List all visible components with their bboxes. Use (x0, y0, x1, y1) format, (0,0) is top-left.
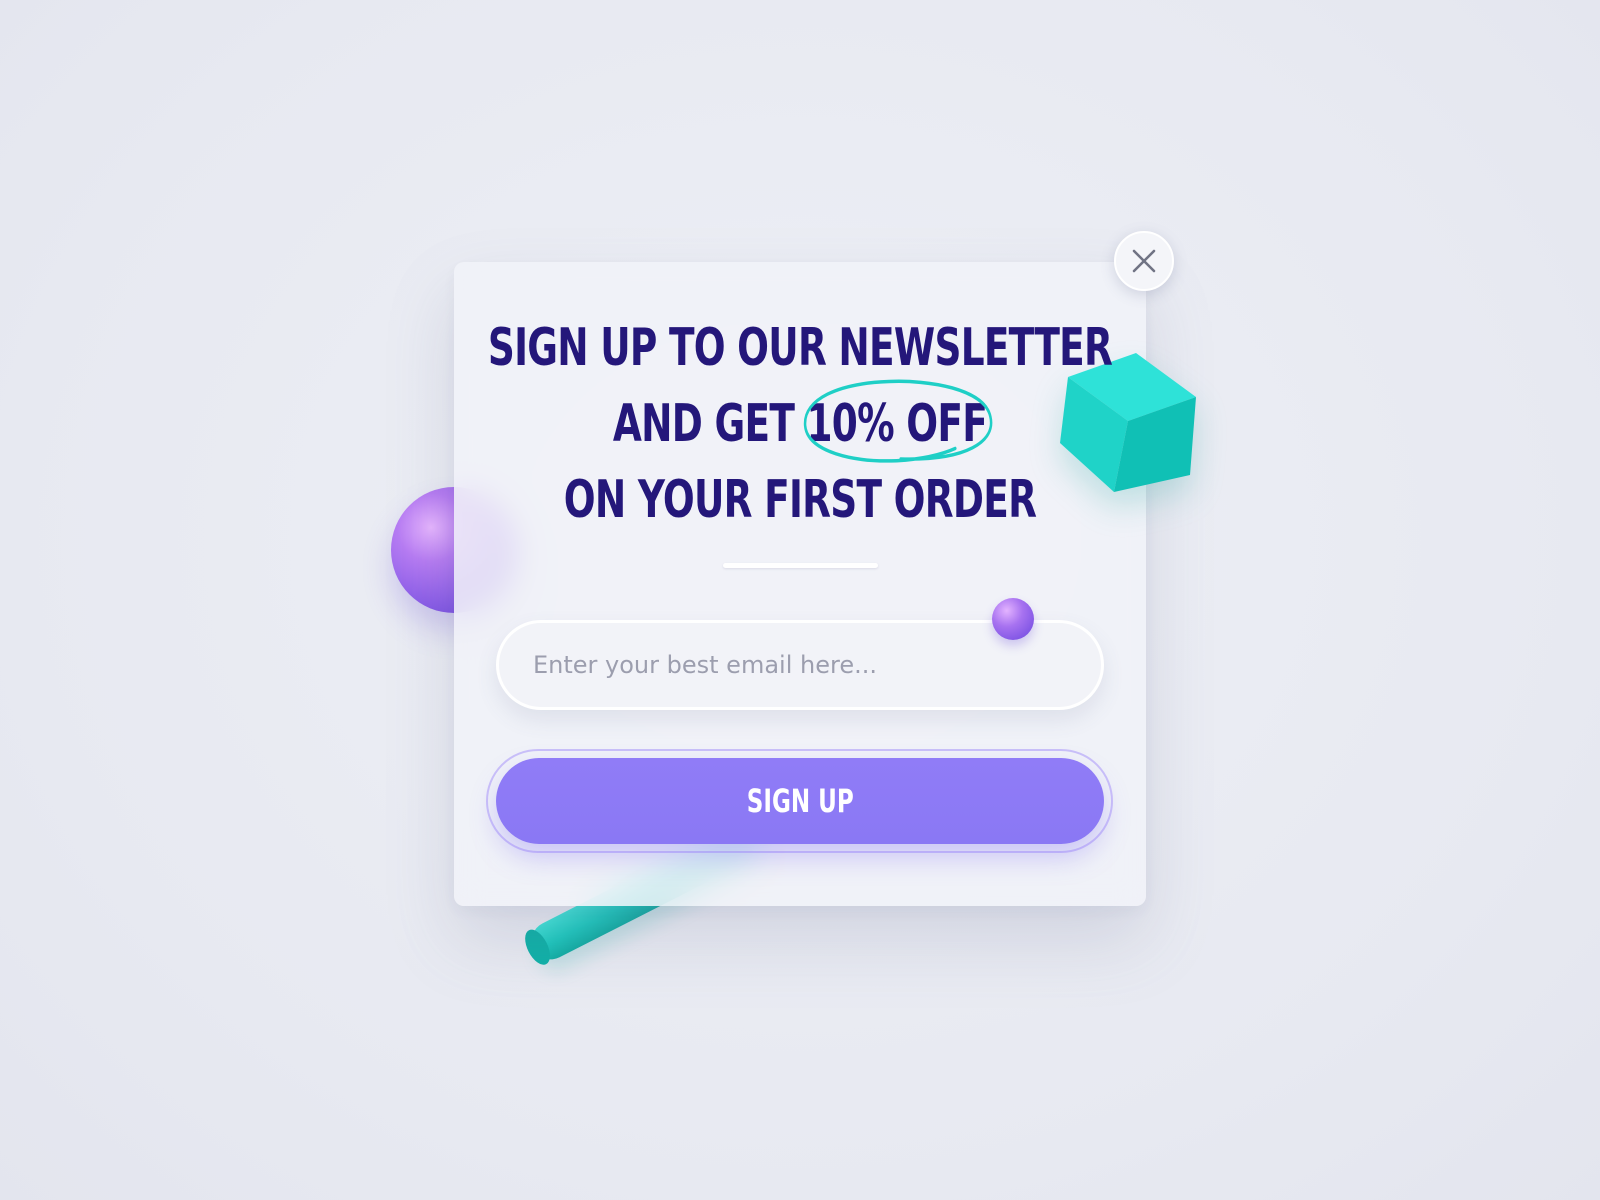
close-button[interactable] (1114, 231, 1174, 291)
headline-line-2-prefix: AND GET (612, 394, 807, 454)
signup-button-label: SIGN UP (746, 782, 854, 820)
close-icon (1132, 249, 1156, 273)
signup-button[interactable]: SIGN UP (496, 758, 1104, 844)
headline-divider (723, 563, 878, 568)
headline-line-2: AND GET 10% OFF (224, 386, 1376, 462)
headline-line-3: ON YOUR FIRST ORDER (563, 470, 1037, 530)
small-purple-sphere-decoration (992, 598, 1034, 640)
discount-text: 10% OFF (806, 394, 988, 454)
headline-line-1: SIGN UP TO OUR NEWSLETTER (487, 318, 1113, 378)
discount-highlight: 10% OFF (806, 386, 987, 462)
newsletter-headline: SIGN UP TO OUR NEWSLETTER AND GET 10% OF… (224, 310, 1376, 538)
